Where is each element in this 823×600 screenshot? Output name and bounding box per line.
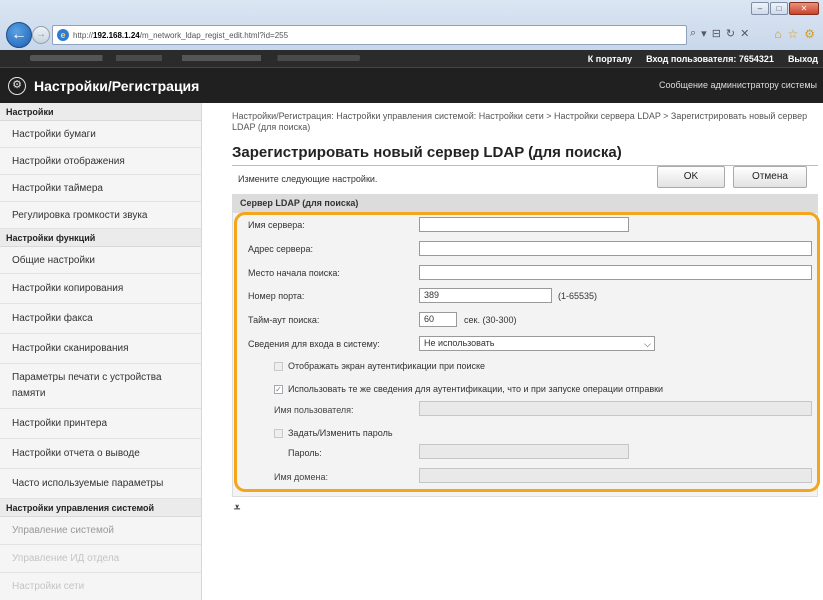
admin-message-link[interactable]: Сообщение администратору системы: [659, 80, 817, 90]
sidebar-item-system-management[interactable]: Управление системой: [0, 517, 201, 545]
page-header: ⚙ Настройки/Регистрация Сообщение админи…: [0, 67, 823, 103]
blurred-device-info: [30, 55, 360, 61]
browser-chrome: – □ ✕ ← → e http://192.168.1.24/m_networ…: [0, 0, 823, 50]
section-header-ldap-server: Сервер LDAP (для поиска): [232, 194, 818, 212]
sidebar-item-network-settings[interactable]: Настройки сети: [0, 573, 201, 600]
portal-link[interactable]: К порталу: [588, 54, 632, 64]
logout-link[interactable]: Выход: [788, 54, 818, 64]
favorites-star-icon[interactable]: ☆: [787, 27, 798, 41]
ie-page-icon: e: [57, 29, 69, 41]
highlight-frame: [234, 212, 820, 492]
refresh-icon[interactable]: ↻: [726, 27, 735, 40]
cancel-button[interactable]: Отмена: [733, 166, 807, 188]
sidebar-item-scan-settings[interactable]: Настройки сканирования: [0, 334, 201, 364]
sidebar-item-favorite-settings[interactable]: Часто используемые параметры: [0, 469, 201, 499]
sidebar-item-copy-settings[interactable]: Настройки копирования: [0, 274, 201, 304]
url-text: http://192.168.1.24/m_network_ldap_regis…: [73, 30, 289, 40]
login-info: Вход пользователя: 7654321: [646, 53, 774, 64]
page-title: Зарегистрировать новый сервер LDAP (для …: [232, 144, 622, 161]
home-icon[interactable]: ⌂: [774, 27, 781, 41]
compat-icon[interactable]: ⊟: [712, 27, 721, 40]
sidebar-item-display-settings[interactable]: Настройки отображения: [0, 148, 201, 175]
sidebar-item-output-report-settings[interactable]: Настройки отчета о выводе: [0, 439, 201, 469]
maximize-icon[interactable]: □: [770, 2, 788, 15]
sidebar-item-volume-settings[interactable]: Регулировка громкости звука: [0, 202, 201, 229]
sidebar: Настройки Настройки бумаги Настройки ото…: [0, 103, 202, 600]
minimize-icon[interactable]: –: [751, 2, 769, 15]
collapse-arrow-icon[interactable]: ⩡: [234, 502, 240, 515]
title-divider: [232, 165, 818, 166]
instruction-text: Измените следующие настройки.: [238, 174, 378, 184]
address-bar[interactable]: e http://192.168.1.24/m_network_ldap_reg…: [52, 25, 687, 45]
forward-arrow-icon[interactable]: →: [32, 26, 50, 44]
stop-icon[interactable]: ✕: [740, 27, 749, 40]
dropdown-icon[interactable]: ▾: [701, 27, 707, 40]
header-title: Настройки/Регистрация: [34, 78, 200, 94]
sidebar-item-timer-settings[interactable]: Настройки таймера: [0, 175, 201, 202]
back-arrow-icon[interactable]: ←: [6, 22, 32, 48]
breadcrumb: Настройки/Регистрация: Настройки управле…: [232, 111, 808, 132]
close-icon[interactable]: ✕: [789, 2, 819, 15]
sidebar-item-department-id[interactable]: Управление ИД отдела: [0, 545, 201, 573]
sidebar-heading-system-management: Настройки управления системой: [0, 499, 201, 517]
sidebar-item-printer-settings[interactable]: Настройки принтера: [0, 409, 201, 439]
address-tools: ⌕ ▾ ⊟ ↻ ✕: [690, 27, 749, 40]
window-controls: – □ ✕: [751, 2, 819, 15]
sidebar-heading-function-settings: Настройки функций: [0, 229, 201, 247]
sidebar-item-common-settings[interactable]: Общие настройки: [0, 247, 201, 274]
sidebar-heading-settings: Настройки: [0, 103, 201, 121]
search-icon[interactable]: ⌕: [690, 27, 696, 40]
settings-registration-icon: ⚙: [8, 77, 26, 95]
sidebar-item-paper-settings[interactable]: Настройки бумаги: [0, 121, 201, 148]
sidebar-item-memory-print-settings[interactable]: Параметры печати с устройства памяти: [0, 364, 201, 409]
settings-gear-icon[interactable]: ⚙: [804, 27, 815, 41]
favorites-tools: ⌂ ☆ ⚙: [774, 27, 815, 41]
top-user-bar: К порталу Вход пользователя: 7654321 Вых…: [0, 50, 823, 67]
ok-button[interactable]: OK: [657, 166, 725, 188]
sidebar-item-fax-settings[interactable]: Настройки факса: [0, 304, 201, 334]
